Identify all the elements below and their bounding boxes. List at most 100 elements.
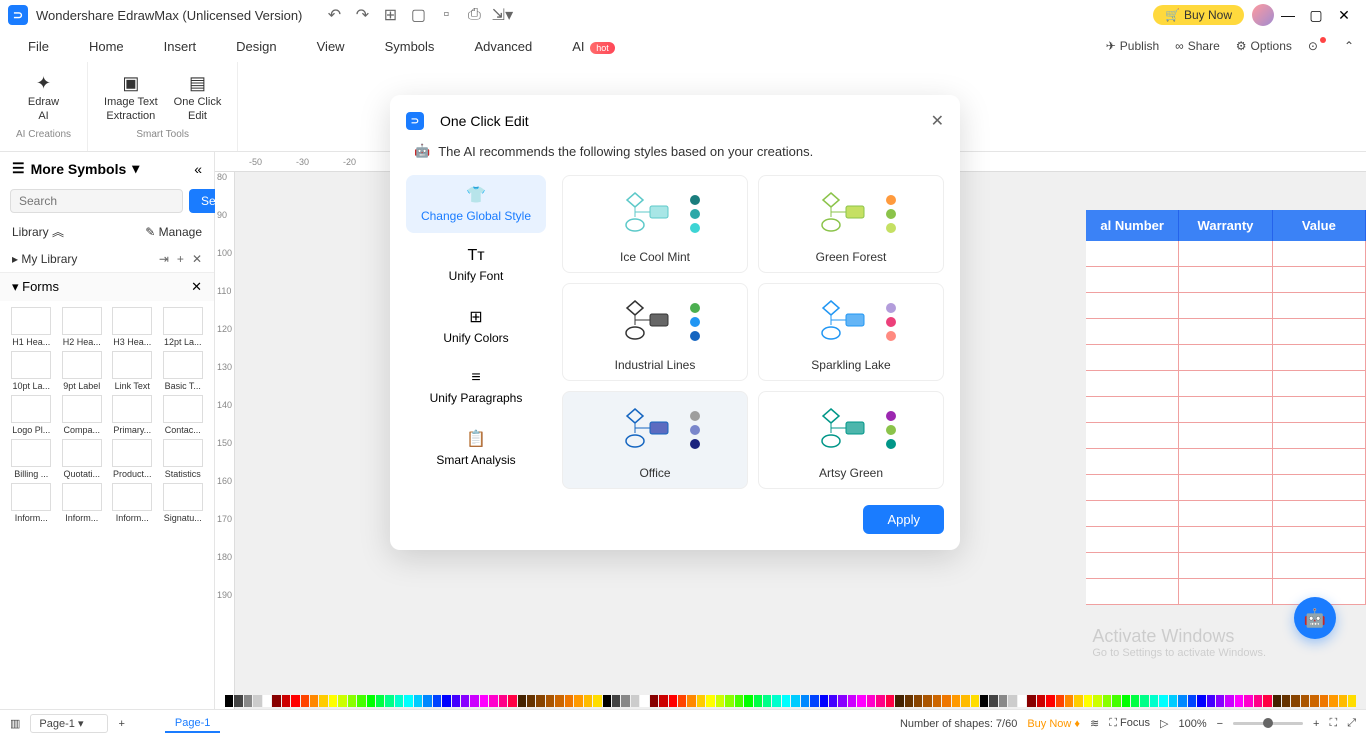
color-swatch[interactable] bbox=[905, 695, 913, 707]
color-swatch[interactable] bbox=[791, 695, 799, 707]
color-swatch[interactable] bbox=[1225, 695, 1233, 707]
fullscreen-icon[interactable]: ⤢ bbox=[1347, 717, 1356, 730]
color-swatch[interactable] bbox=[706, 695, 714, 707]
more-symbols-toggle[interactable]: ☰ More Symbols▾ bbox=[12, 160, 139, 177]
color-swatch[interactable] bbox=[1018, 695, 1026, 707]
color-swatch[interactable] bbox=[404, 695, 412, 707]
color-swatch[interactable] bbox=[848, 695, 856, 707]
publish-button[interactable]: ✈Publish bbox=[1106, 39, 1159, 53]
color-swatch[interactable] bbox=[876, 695, 884, 707]
color-swatch[interactable] bbox=[640, 695, 648, 707]
symbol-item[interactable]: H3 Hea... bbox=[109, 307, 156, 347]
buy-now-button[interactable]: 🛒 Buy Now bbox=[1153, 5, 1244, 25]
symbol-item[interactable]: 9pt Label bbox=[59, 351, 106, 391]
close-button[interactable]: ✕ bbox=[1330, 1, 1358, 29]
color-swatch[interactable] bbox=[395, 695, 403, 707]
color-swatch[interactable] bbox=[1159, 695, 1167, 707]
color-swatch[interactable] bbox=[310, 695, 318, 707]
color-swatch[interactable] bbox=[659, 695, 667, 707]
color-swatch[interactable] bbox=[942, 695, 950, 707]
color-swatch[interactable] bbox=[489, 695, 497, 707]
color-swatch[interactable] bbox=[961, 695, 969, 707]
color-swatch[interactable] bbox=[272, 695, 280, 707]
color-swatch[interactable] bbox=[1008, 695, 1016, 707]
color-swatch[interactable] bbox=[433, 695, 441, 707]
color-swatch[interactable] bbox=[952, 695, 960, 707]
symbol-item[interactable]: Logo Pl... bbox=[8, 395, 55, 435]
color-swatch[interactable] bbox=[301, 695, 309, 707]
grid-view-icon[interactable]: ▥ bbox=[10, 717, 20, 730]
zoom-slider[interactable] bbox=[1233, 722, 1303, 725]
avatar[interactable] bbox=[1252, 4, 1274, 26]
save-icon[interactable]: ▫ bbox=[438, 7, 454, 23]
edraw-ai-button[interactable]: ✦ Edraw AI bbox=[28, 73, 59, 122]
ai-assistant-button[interactable]: 🤖 bbox=[1294, 597, 1336, 639]
symbol-item[interactable]: Billing ... bbox=[8, 439, 55, 479]
search-input[interactable] bbox=[10, 189, 183, 213]
color-swatch[interactable] bbox=[527, 695, 535, 707]
color-swatch[interactable] bbox=[744, 695, 752, 707]
menu-home[interactable]: Home bbox=[73, 35, 140, 58]
symbol-item[interactable]: Basic T... bbox=[160, 351, 207, 391]
color-swatch[interactable] bbox=[980, 695, 988, 707]
color-swatch[interactable] bbox=[725, 695, 733, 707]
color-swatch[interactable] bbox=[1084, 695, 1092, 707]
symbol-item[interactable]: Compa... bbox=[59, 395, 106, 435]
color-swatch[interactable] bbox=[1122, 695, 1130, 707]
color-swatch[interactable] bbox=[1131, 695, 1139, 707]
menu-advanced[interactable]: Advanced bbox=[458, 35, 548, 58]
collapse-ribbon[interactable]: ⌃ bbox=[1344, 39, 1354, 53]
symbol-item[interactable]: H2 Hea... bbox=[59, 307, 106, 347]
color-swatch[interactable] bbox=[895, 695, 903, 707]
color-swatch[interactable] bbox=[338, 695, 346, 707]
undo-icon[interactable]: ↶ bbox=[326, 7, 342, 23]
symbol-item[interactable]: Quotati... bbox=[59, 439, 106, 479]
color-swatch[interactable] bbox=[810, 695, 818, 707]
color-swatch[interactable] bbox=[1339, 695, 1347, 707]
color-swatch[interactable] bbox=[772, 695, 780, 707]
color-swatch[interactable] bbox=[234, 695, 242, 707]
color-swatch[interactable] bbox=[801, 695, 809, 707]
color-swatch[interactable] bbox=[348, 695, 356, 707]
menu-insert[interactable]: Insert bbox=[148, 35, 213, 58]
color-swatch[interactable] bbox=[1188, 695, 1196, 707]
color-swatch[interactable] bbox=[1263, 695, 1271, 707]
unify-paragraphs-tab[interactable]: ≡Unify Paragraphs bbox=[406, 359, 546, 415]
menu-view[interactable]: View bbox=[301, 35, 361, 58]
buy-now-link[interactable]: Buy Now ♦ bbox=[1027, 718, 1080, 730]
color-swatch[interactable] bbox=[1310, 695, 1318, 707]
color-swatch[interactable] bbox=[735, 695, 743, 707]
color-swatch[interactable] bbox=[1037, 695, 1045, 707]
color-swatch[interactable] bbox=[1282, 695, 1290, 707]
symbol-item[interactable]: Primary... bbox=[109, 395, 156, 435]
color-swatch[interactable] bbox=[923, 695, 931, 707]
color-swatch[interactable] bbox=[291, 695, 299, 707]
color-swatch[interactable] bbox=[1273, 695, 1281, 707]
maximize-button[interactable]: ▢ bbox=[1302, 1, 1330, 29]
color-swatch[interactable] bbox=[1027, 695, 1035, 707]
color-swatch[interactable] bbox=[385, 695, 393, 707]
color-swatch[interactable] bbox=[225, 695, 233, 707]
color-swatch[interactable] bbox=[1301, 695, 1309, 707]
style-card[interactable]: Office bbox=[562, 391, 748, 489]
unify-colors-tab[interactable]: ⊞Unify Colors bbox=[406, 297, 546, 355]
color-swatch[interactable] bbox=[1169, 695, 1177, 707]
color-swatch[interactable] bbox=[603, 695, 611, 707]
color-swatch[interactable] bbox=[319, 695, 327, 707]
color-swatch[interactable] bbox=[1112, 695, 1120, 707]
color-swatch[interactable] bbox=[1056, 695, 1064, 707]
collapse-panel-button[interactable]: « bbox=[194, 161, 202, 177]
style-card[interactable]: Ice Cool Mint bbox=[562, 175, 748, 273]
color-swatch[interactable] bbox=[1235, 695, 1243, 707]
symbol-item[interactable]: H1 Hea... bbox=[8, 307, 55, 347]
color-swatch[interactable] bbox=[367, 695, 375, 707]
color-swatch[interactable] bbox=[838, 695, 846, 707]
import-icon[interactable]: ⇥ bbox=[159, 252, 169, 266]
color-swatch[interactable] bbox=[933, 695, 941, 707]
share-button[interactable]: ∞Share bbox=[1175, 39, 1220, 53]
symbol-item[interactable]: Link Text bbox=[109, 351, 156, 391]
options-button[interactable]: ⚙Options bbox=[1236, 39, 1292, 53]
one-click-edit-button[interactable]: ▤ One Click Edit bbox=[174, 73, 222, 122]
color-swatch[interactable] bbox=[669, 695, 677, 707]
image-text-extraction-button[interactable]: ▣ Image Text Extraction bbox=[104, 73, 158, 122]
